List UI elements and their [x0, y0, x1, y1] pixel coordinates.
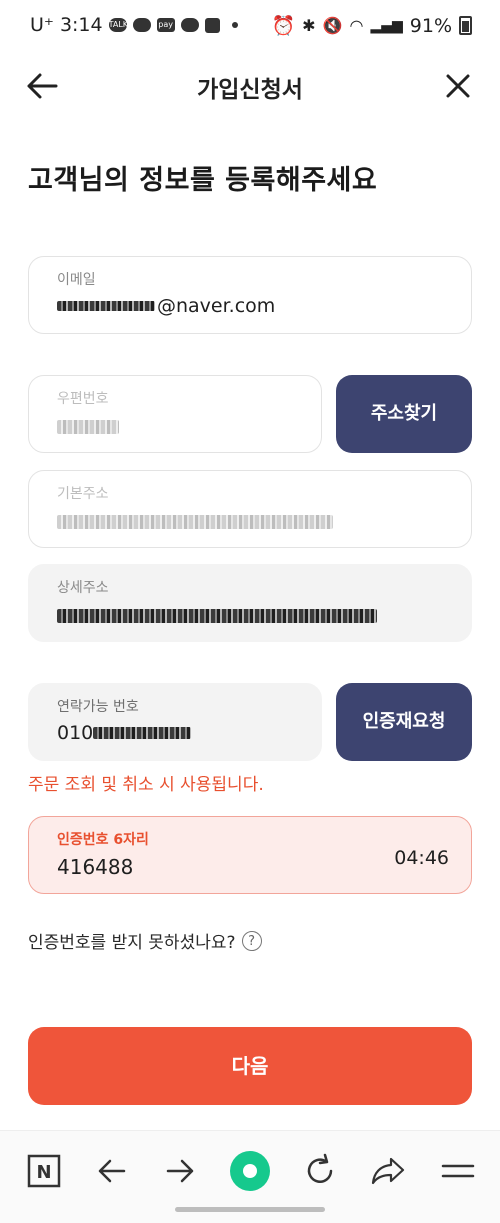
no-code-help[interactable]: 인증번호를 받지 못하셨나요? ? — [28, 928, 262, 953]
resend-verification-button[interactable]: 인증재요청 — [336, 683, 472, 761]
status-bar: U⁺ 3:14 TALK pay ⏰ ✱ 🔇 ◠ ▂▄▆ 91% — [0, 0, 500, 52]
home-indicator — [175, 1207, 325, 1212]
phone-prefix: 010 — [57, 722, 94, 744]
close-icon[interactable] — [442, 70, 474, 102]
masked-text — [57, 301, 155, 311]
email-value[interactable]: @naver.com — [57, 295, 275, 317]
naver-letter: N — [36, 1162, 51, 1183]
verification-timer: 04:46 — [394, 847, 449, 869]
masked-text — [57, 609, 377, 623]
page-title: 가입신청서 — [197, 77, 303, 103]
mute-icon: 🔇 — [322, 16, 343, 35]
signal-icon: ▂▄▆ — [370, 17, 403, 34]
talk-notification-icon: TALK — [108, 18, 128, 32]
verification-code-value[interactable]: 416488 — [57, 855, 133, 879]
masked-text — [93, 727, 192, 739]
battery-percent: 91% — [409, 14, 452, 37]
email-domain: @naver.com — [157, 295, 276, 317]
postal-code-label: 우편번호 — [57, 391, 109, 407]
verification-code-field[interactable]: 인증번호 6자리 416488 04:46 — [28, 816, 472, 894]
refresh-icon[interactable] — [298, 1149, 342, 1193]
battery-icon — [459, 16, 472, 35]
postal-code-field[interactable]: 우편번호 — [28, 375, 322, 453]
basic-address-value — [57, 509, 333, 534]
find-address-button[interactable]: 주소찾기 — [336, 375, 472, 453]
help-question-icon[interactable]: ? — [241, 930, 262, 951]
more-notifications-icon — [231, 22, 238, 28]
cloud-notification-icon — [180, 18, 199, 32]
naver-home-icon[interactable]: N — [22, 1149, 66, 1193]
next-button[interactable]: 다음 — [28, 1027, 472, 1105]
wifi-icon: ◠ — [349, 16, 364, 35]
status-right: ⏰ ✱ 🔇 ◠ ▂▄▆ 91% — [271, 14, 472, 37]
bluetooth-icon: ✱ — [302, 16, 316, 35]
phone-value[interactable]: 010 — [57, 722, 192, 744]
app-header: 가입신청서 — [0, 58, 500, 114]
basic-address-field[interactable]: 기본주소 — [28, 470, 472, 548]
pay-notification-icon: pay — [156, 18, 175, 32]
basic-address-label: 기본주소 — [57, 486, 109, 502]
no-code-text: 인증번호를 받지 못하셨나요? — [28, 933, 236, 953]
share-icon[interactable] — [366, 1149, 410, 1193]
email-label: 이메일 — [57, 272, 96, 288]
detail-address-value[interactable] — [57, 603, 377, 628]
masked-text — [57, 515, 333, 529]
email-field[interactable]: 이메일 @naver.com — [28, 256, 472, 334]
green-dot-icon[interactable] — [228, 1149, 272, 1193]
browser-forward-icon[interactable] — [158, 1149, 202, 1193]
browser-back-icon[interactable] — [90, 1149, 134, 1193]
postal-code-value — [57, 414, 119, 439]
clock: 3:14 — [59, 14, 103, 36]
menu-icon[interactable] — [436, 1149, 480, 1193]
chat-notification-icon — [132, 18, 151, 32]
form-heading: 고객님의 정보를 등록해주세요 — [28, 165, 378, 196]
verification-code-label: 인증번호 6자리 — [57, 832, 149, 848]
masked-text — [57, 420, 119, 434]
status-left: U⁺ 3:14 TALK pay — [30, 14, 238, 36]
alarm-icon: ⏰ — [271, 15, 296, 37]
detail-address-field[interactable]: 상세주소 — [28, 564, 472, 642]
carrier-label: U⁺ — [30, 14, 54, 36]
phone-label: 연락가능 번호 — [57, 699, 139, 715]
detail-address-label: 상세주소 — [57, 580, 109, 596]
phone-notice: 주문 조회 및 취소 시 사용됩니다. — [28, 775, 264, 795]
image-notification-icon — [204, 17, 220, 33]
phone-field[interactable]: 연락가능 번호 010 — [28, 683, 322, 761]
